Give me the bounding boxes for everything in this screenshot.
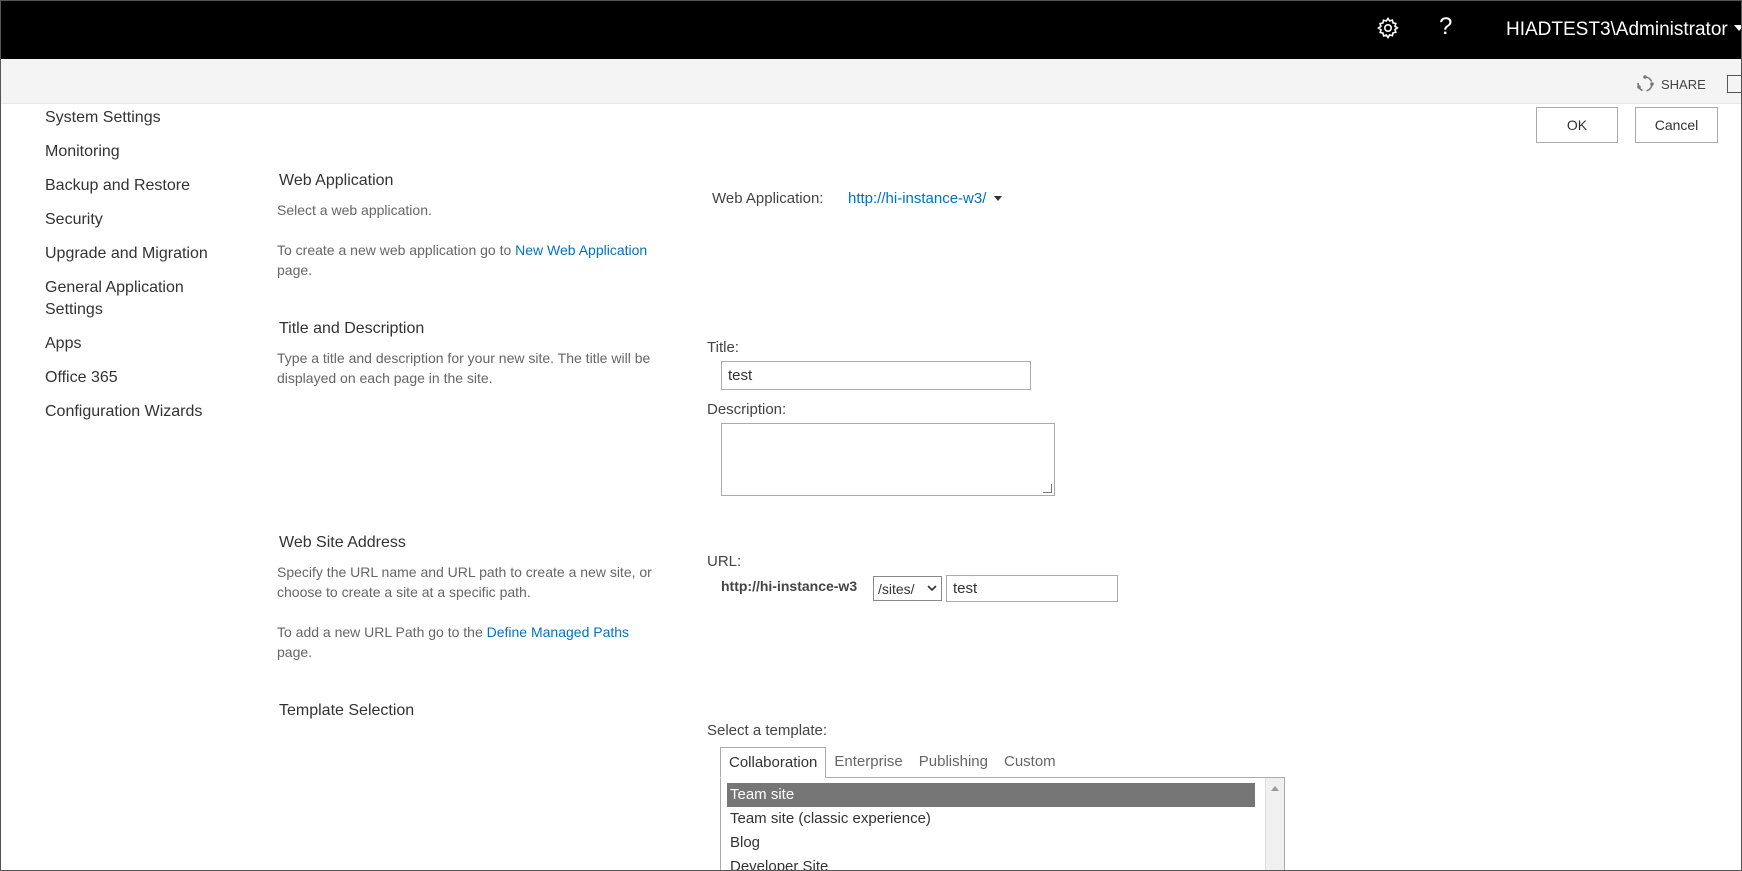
dropdown-arrow-icon[interactable] [994,196,1003,201]
nav-item-general-application-settings[interactable]: General Application Settings [45,277,205,321]
new-web-application-link[interactable]: New Web Application [515,242,647,258]
tab-collaboration[interactable]: Collaboration [720,747,827,778]
template-item-blog[interactable]: Blog [727,831,1255,855]
help-icon[interactable]: ? [1439,13,1452,41]
nav-item-apps[interactable]: Apps [45,333,245,355]
nav-item-configuration-wizards[interactable]: Configuration Wizards [45,401,245,423]
settings-gear-icon[interactable] [1376,16,1400,40]
title-description-heading: Title and Description [279,320,425,337]
template-item-developer-site[interactable]: Developer Site [727,855,1255,870]
template-scrollbar[interactable] [1265,778,1284,870]
cancel-button[interactable]: Cancel [1635,107,1718,143]
select-template-label: Select a template: [707,722,828,739]
title-input[interactable]: test [721,361,1031,390]
web-application-value[interactable]: http://hi-instance-w3/ [848,190,986,207]
left-navigation: System Settings Monitoring Backup and Re… [45,107,245,435]
web-site-address-desc-text: Specify the URL name and URL path to cre… [277,564,652,600]
url-label: URL: [707,553,742,570]
define-managed-paths-link[interactable]: Define Managed Paths [487,624,629,640]
description-textarea[interactable] [721,423,1055,496]
title-label: Title: [707,339,739,356]
create-prefix-text: To create a new web application go to [277,242,516,258]
focus-mode-icon[interactable] [1727,75,1741,93]
template-item-team-site[interactable]: Team site [727,783,1255,807]
chevron-down-icon[interactable] [1734,25,1741,31]
web-site-address-description: Specify the URL name and URL path to cre… [277,562,677,662]
web-application-heading: Web Application [279,172,394,189]
web-application-selector[interactable]: http://hi-instance-w3/ [848,190,1003,207]
share-button[interactable]: SHARE [1635,74,1706,94]
paths-prefix-text: To add a new URL Path go to the [277,624,487,640]
scroll-up-icon[interactable] [1271,786,1279,791]
ribbon-bar: SHARE [1,59,1741,104]
share-icon [1637,75,1654,92]
nav-item-upgrade-migration[interactable]: Upgrade and Migration [45,243,245,265]
tab-publishing[interactable]: Publishing [911,747,996,778]
suite-bar: ? HIADTEST3\Administrator [1,1,1741,59]
nav-item-security[interactable]: Security [45,209,245,231]
web-application-description: Select a web application. To create a ne… [277,200,677,280]
web-application-label: Web Application: [712,190,824,207]
title-description-desc: Type a title and description for your ne… [277,350,651,386]
create-suffix-text: page. [277,262,313,278]
share-label: SHARE [1661,76,1706,92]
resize-grip-icon[interactable] [1043,484,1052,493]
template-selection-heading: Template Selection [279,702,415,719]
chevron-down-icon [927,585,937,592]
web-application-create-text: To create a new web application go to Ne… [277,240,677,280]
template-list: Team site Team site (classic experience)… [727,783,1255,870]
nav-item-system-settings[interactable]: System Settings [45,107,245,129]
user-menu[interactable]: HIADTEST3\Administrator [1506,19,1728,41]
url-host: http://hi-instance-w3 [721,578,858,594]
paths-suffix-text: page. [277,644,313,660]
managed-paths-text: To add a new URL Path go to the Define M… [277,622,677,662]
template-tabs: Collaboration Enterprise Publishing Cust… [720,747,1064,778]
url-path-value: /sites/ [878,580,915,597]
tab-custom[interactable]: Custom [996,747,1064,778]
web-site-address-heading: Web Site Address [279,534,406,551]
url-site-input[interactable]: test [946,575,1118,602]
app-window: ? HIADTEST3\Administrator SHARE System S… [0,0,1742,871]
template-listbox[interactable]: Team site Team site (classic experience)… [720,777,1285,870]
description-label: Description: [707,401,787,418]
nav-item-backup-restore[interactable]: Backup and Restore [45,175,245,197]
nav-item-office-365[interactable]: Office 365 [45,367,245,389]
url-path-select[interactable]: /sites/ [873,576,942,601]
ok-button[interactable]: OK [1536,107,1618,143]
web-application-desc-text: Select a web application. [277,202,432,218]
template-item-team-site-classic[interactable]: Team site (classic experience) [727,807,1255,831]
tab-enterprise[interactable]: Enterprise [826,747,910,778]
nav-item-monitoring[interactable]: Monitoring [45,141,245,163]
